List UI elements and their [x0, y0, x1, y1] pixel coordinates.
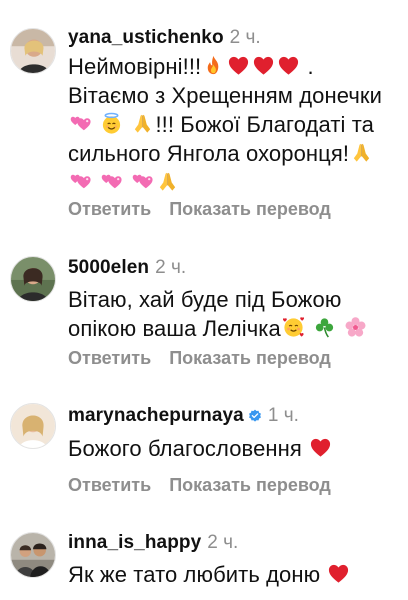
- comment-item: inna_is_happy 2 ч. Як же тато любить доню: [0, 510, 408, 600]
- comment-item: yana_ustichenko 2 ч. Неймовірні!!! . Віта…: [0, 0, 408, 240]
- timestamp: 2 ч.: [229, 27, 261, 48]
- avatar[interactable]: [10, 256, 56, 302]
- red-heart-icon: [327, 562, 350, 585]
- comment-line: Неймовірні!!!: [68, 54, 202, 79]
- comments-list: yana_ustichenko 2 ч. Неймовірні!!! . Віта…: [0, 0, 408, 600]
- comment-header: yana_ustichenko 2 ч.: [68, 27, 261, 49]
- username[interactable]: marynachepurnaya: [68, 405, 244, 426]
- username[interactable]: 5000elen: [68, 257, 149, 278]
- comment-line: сильного Янгола охоронця!: [68, 141, 350, 166]
- cherry-blossom-icon: [344, 316, 367, 339]
- comment-line: Як же тато любить доню: [68, 562, 321, 587]
- comment-line: Вітаємо з Хрещенням донечки: [68, 83, 383, 108]
- comment-actions: Ответить Показать перевод: [68, 474, 331, 496]
- comment-line: Божого благословення: [68, 436, 302, 461]
- username[interactable]: inna_is_happy: [68, 532, 201, 553]
- timestamp: 2 ч.: [207, 532, 239, 553]
- timestamp: 1 ч.: [267, 405, 299, 426]
- comment-text: Божого благословення: [68, 434, 398, 463]
- red-heart-icon: [277, 54, 300, 77]
- folded-hands-icon: [131, 112, 154, 135]
- shamrock-icon: [313, 316, 336, 339]
- red-heart-icon: [252, 54, 275, 77]
- show-translation-button[interactable]: Показать перевод: [169, 348, 331, 368]
- avatar[interactable]: [10, 532, 56, 578]
- comment-header: inna_is_happy 2 ч.: [68, 532, 238, 554]
- avatar[interactable]: [10, 28, 56, 74]
- comment-text: Неймовірні!!! . Вітаємо з Хрещенням доне…: [68, 52, 398, 197]
- comment-text: Як же тато любить доню: [68, 560, 398, 589]
- comment-line: Вітаю, хай буде під Божою: [68, 287, 342, 312]
- two-hearts-icon: [100, 170, 123, 193]
- smiling-face-with-halo-icon: [100, 112, 123, 135]
- comment-line: опікою ваша Лелічка: [68, 316, 281, 341]
- smiling-face-with-hearts-icon: [282, 316, 305, 339]
- fire-icon: [202, 54, 225, 77]
- red-heart-icon: [309, 436, 332, 459]
- comment-line: !!! Божої Благодаті та: [155, 112, 374, 137]
- two-hearts-icon: [131, 170, 154, 193]
- reply-button[interactable]: Ответить: [68, 348, 151, 368]
- comment-header: 5000elen 2 ч.: [68, 257, 186, 279]
- red-heart-icon: [227, 54, 250, 77]
- folded-hands-icon: [156, 170, 179, 193]
- comment-header: marynachepurnaya 1 ч.: [68, 405, 299, 427]
- comment-actions: Ответить Показать перевод: [68, 198, 331, 220]
- comment-actions: Ответить Показать перевод: [68, 347, 331, 369]
- show-translation-button[interactable]: Показать перевод: [169, 199, 331, 219]
- verified-badge-icon: [248, 407, 262, 422]
- comment-item: 5000elen 2 ч. Вітаю, хай буде під Божою о…: [0, 240, 408, 380]
- two-hearts-icon: [69, 112, 92, 135]
- reply-button[interactable]: Ответить: [68, 475, 151, 495]
- two-hearts-icon: [69, 170, 92, 193]
- comment-item: marynachepurnaya 1 ч. Божого благословенн…: [0, 380, 408, 510]
- show-translation-button[interactable]: Показать перевод: [169, 475, 331, 495]
- username[interactable]: yana_ustichenko: [68, 27, 224, 48]
- reply-button[interactable]: Ответить: [68, 199, 151, 219]
- folded-hands-icon: [350, 141, 373, 164]
- comment-text: Вітаю, хай буде під Божою опікою ваша Ле…: [68, 285, 398, 343]
- timestamp: 2 ч.: [155, 257, 187, 278]
- avatar[interactable]: [10, 403, 56, 449]
